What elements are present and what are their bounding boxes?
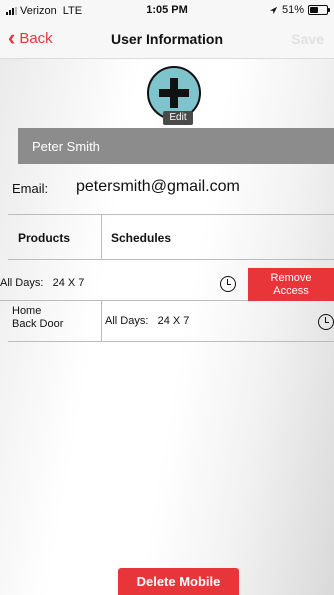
product-line2: Back Door [12, 318, 64, 330]
status-bar: Verizon LTE 1:05 PM 51% [0, 0, 334, 22]
schedule-text: All Days: 24 X 7 [0, 277, 84, 289]
table-row[interactable]: Home Back Door All Days: 24 X 7 [8, 301, 334, 342]
email-value: petersmith@gmail.com [76, 178, 240, 195]
schedule-value: 24 X 7 [157, 315, 190, 327]
email-row: Email: petersmith@gmail.com [8, 175, 334, 205]
location-icon [269, 6, 278, 14]
schedule-label: All Days: [0, 277, 44, 289]
plus-icon-vertical [170, 78, 178, 108]
screen: Verizon LTE 1:05 PM 51% ‹ Back User Info… [0, 0, 334, 595]
product-name: Home Back Door [12, 305, 63, 331]
page-title: User Information [110, 31, 223, 47]
name-field[interactable]: Peter Smith [18, 128, 334, 164]
table-header: Products Schedules [8, 214, 334, 260]
clock-icon[interactable] [220, 276, 236, 292]
battery-tip [328, 8, 330, 12]
navigation-bar: ‹ Back User Information Save [0, 22, 334, 59]
edit-avatar-button[interactable]: Edit [163, 111, 193, 125]
remove-access-button[interactable]: Remove Access [248, 268, 334, 301]
name-value: Peter Smith [32, 139, 100, 154]
column-divider [101, 301, 102, 341]
status-right: 51% [269, 4, 330, 16]
clock-icon[interactable] [318, 314, 334, 330]
save-button[interactable]: Save [291, 31, 324, 47]
schedule-text: All Days: 24 X 7 [105, 315, 189, 327]
remove-access-line1: Remove [270, 271, 312, 284]
table-row[interactable]: All Days: 24 X 7 Remove Access [0, 268, 334, 301]
schedule-label: All Days: [105, 315, 149, 327]
battery-percent: 51% [281, 4, 304, 16]
email-label: Email: [12, 181, 49, 196]
product-line1: Home [12, 305, 42, 317]
delete-mobile-button[interactable]: Delete Mobile [118, 568, 239, 595]
column-divider [101, 215, 102, 259]
battery-icon [308, 5, 330, 15]
schedule-value: 24 X 7 [52, 277, 85, 289]
remove-access-line2: Access [273, 284, 309, 297]
battery-fill [310, 7, 318, 13]
schedules-header: Schedules [111, 231, 172, 245]
products-header: Products [18, 231, 71, 245]
